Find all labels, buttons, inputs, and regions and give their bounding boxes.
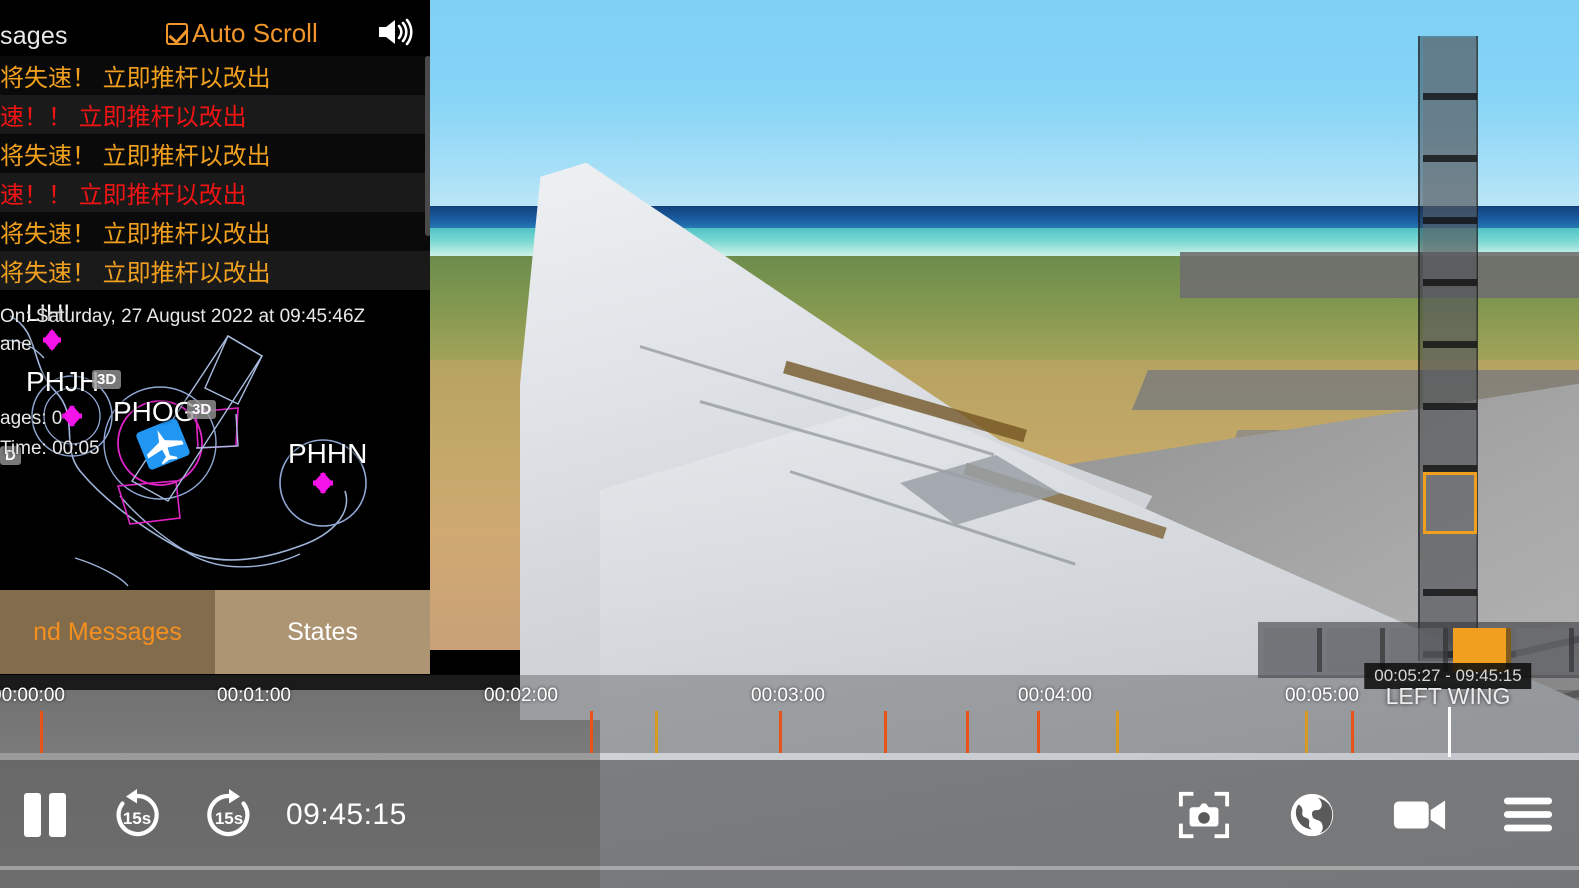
playback-progress-bar[interactable] (0, 866, 1579, 870)
app-root: sages Auto Scroll 将失速！ 立即推杆以改出 速！！ 立即推杆以… (0, 0, 1579, 888)
hamburger-menu-icon (1503, 797, 1553, 832)
messages-scrollbar[interactable] (425, 56, 430, 236)
badge-3d-phjh: 3D (92, 370, 122, 389)
auto-scroll-toggle[interactable]: Auto Scroll (166, 18, 318, 49)
timeline-event-marker[interactable] (1116, 711, 1119, 753)
map-overlay[interactable]: LIHI PHJH 3D PHOG 3D PHHN D On: Saturday… (0, 296, 430, 588)
view-cell[interactable] (1423, 224, 1477, 286)
timeline-event-marker[interactable] (1351, 711, 1354, 753)
view-cell[interactable] (1264, 628, 1322, 672)
forward-amount-label: 15s (214, 808, 244, 828)
timeline-event-marker[interactable] (884, 711, 887, 753)
list-item[interactable]: 速！！ 立即推杆以改出 (0, 173, 430, 212)
rewind-amount-label: 15s (122, 808, 152, 828)
timeline-event-marker[interactable] (1305, 711, 1308, 753)
timeline-event-marker[interactable] (40, 711, 43, 753)
timeline-track[interactable] (0, 707, 1579, 757)
view-cell[interactable] (1423, 348, 1477, 410)
message-list[interactable]: 将失速！ 立即推杆以改出 速！！ 立即推杆以改出 将失速！ 立即推杆以改出 速！… (0, 56, 430, 290)
tab-bar: nd Messages States (0, 590, 430, 674)
wing-label: LEFT WING (1385, 683, 1511, 709)
map-info-line-2: ages: 0 (0, 408, 63, 429)
map-info-line-1: ane (0, 334, 32, 355)
screenshot-button[interactable] (1165, 776, 1243, 854)
video-record-button[interactable] (1381, 776, 1459, 854)
view-cell[interactable] (1423, 162, 1477, 224)
badge-3d-phog: 3D (187, 400, 217, 419)
list-item[interactable]: 将失速！ 立即推杆以改出 (0, 56, 430, 95)
view-selector-vertical[interactable] (1418, 36, 1478, 661)
timeline[interactable]: 00:00:00 00:01:00 00:02:00 00:03:00 00:0… (0, 663, 1579, 757)
tab-states[interactable]: States (215, 590, 430, 674)
current-time-display: 09:45:15 (286, 798, 407, 831)
list-item[interactable]: 将失速！ 立即推杆以改出 (0, 134, 430, 173)
playback-controls-left: 15s 15s 09:45:15 (6, 776, 407, 854)
menu-button[interactable] (1489, 776, 1567, 854)
view-cell[interactable] (1423, 286, 1477, 348)
map-info-line-3: Time: 00:05 (0, 438, 100, 459)
rewind-15s-button[interactable]: 15s (98, 776, 176, 854)
messages-header: sages Auto Scroll (0, 0, 430, 56)
timeline-event-marker[interactable] (655, 711, 658, 753)
globe-button[interactable] (1273, 776, 1351, 854)
speaker-icon[interactable] (376, 17, 414, 47)
timeline-event-marker[interactable] (590, 711, 593, 753)
list-item[interactable]: 将失速！ 立即推杆以改出 (0, 212, 430, 251)
pause-icon (24, 793, 66, 837)
timeline-tick: 00:03:00 (751, 685, 825, 706)
pause-button[interactable] (6, 776, 84, 854)
timeline-playhead[interactable] (1448, 707, 1451, 757)
list-item[interactable]: 速！！ 立即推杆以改出 (0, 95, 430, 134)
video-camera-icon (1393, 800, 1446, 830)
timeline-tick: 00:01:00 (217, 685, 291, 706)
timeline-tick: 00:04:00 (1018, 685, 1092, 706)
airport-apron (1180, 252, 1579, 298)
view-cell[interactable] (1423, 38, 1477, 100)
forward-15s-button[interactable]: 15s (190, 776, 268, 854)
tab-messages[interactable]: nd Messages (0, 590, 215, 674)
globe-icon (1290, 793, 1334, 837)
timeline-event-marker[interactable] (779, 711, 782, 753)
playback-control-bar: 15s 15s 09:45:15 (0, 760, 1579, 888)
auto-scroll-label: Auto Scroll (192, 18, 318, 48)
map-datetime: On: Saturday, 27 August 2022 at 09:45:46… (0, 306, 366, 327)
view-cell[interactable] (1423, 100, 1477, 162)
timeline-event-marker[interactable] (966, 711, 969, 753)
timeline-event-marker[interactable] (1037, 711, 1040, 753)
timeline-tick: 00:02:00 (484, 685, 558, 706)
screenshot-icon (1178, 791, 1230, 839)
playback-controls-right (1165, 776, 1567, 854)
view-cell[interactable] (1423, 410, 1477, 472)
wing-light-glow (648, 243, 706, 267)
list-item[interactable]: 将失速！ 立即推杆以改出 (0, 251, 430, 290)
panel-title: sages (0, 22, 68, 50)
timeline-tick: 00:00:00 (0, 685, 65, 706)
view-cell-selected[interactable] (1423, 472, 1477, 534)
checkbox-checked-icon[interactable] (166, 22, 188, 45)
timeline-tick: 00:05:00 (1285, 685, 1359, 706)
view-cell[interactable] (1423, 534, 1477, 596)
